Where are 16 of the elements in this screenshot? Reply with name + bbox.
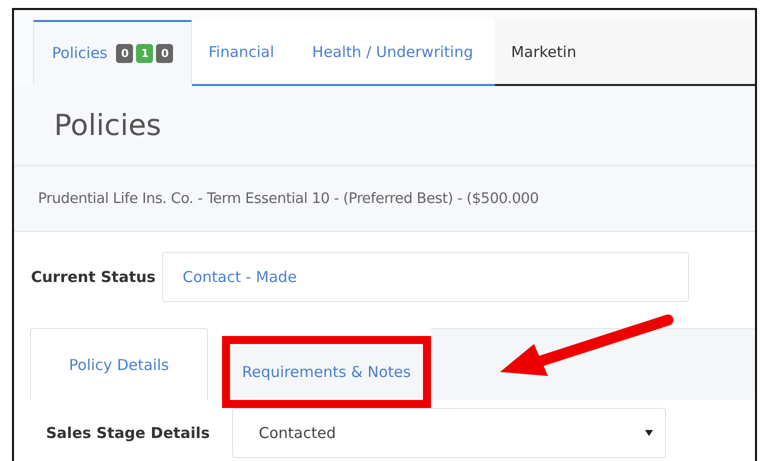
count-badge: 1: [136, 44, 154, 62]
page-heading: Policies: [54, 108, 162, 142]
status-field[interactable]: Contact - Made: [162, 252, 689, 302]
policy-summary: Prudential Life Ins. Co. - Term Essential 10 - (Preferred Best) - ($500.000: [38, 191, 539, 207]
tab[interactable]: Health / Underwriting: [296, 20, 496, 86]
stage-dropdown[interactable]: Contacted: [232, 408, 666, 458]
field-label: Sales Stage Details: [46, 424, 210, 442]
tab[interactable]: Requirements & Notes: [230, 344, 423, 400]
tab[interactable]: Financial: [192, 20, 296, 86]
tab[interactable]: Policies 0 1 0: [33, 20, 192, 86]
count-badge: 0: [116, 44, 134, 62]
tab[interactable]: Marketin: [495, 20, 755, 86]
count-badge: 0: [156, 44, 174, 62]
field-label: Current Status: [31, 268, 156, 286]
tab[interactable]: Policy Details: [30, 328, 208, 400]
caret-icon: [644, 430, 653, 436]
